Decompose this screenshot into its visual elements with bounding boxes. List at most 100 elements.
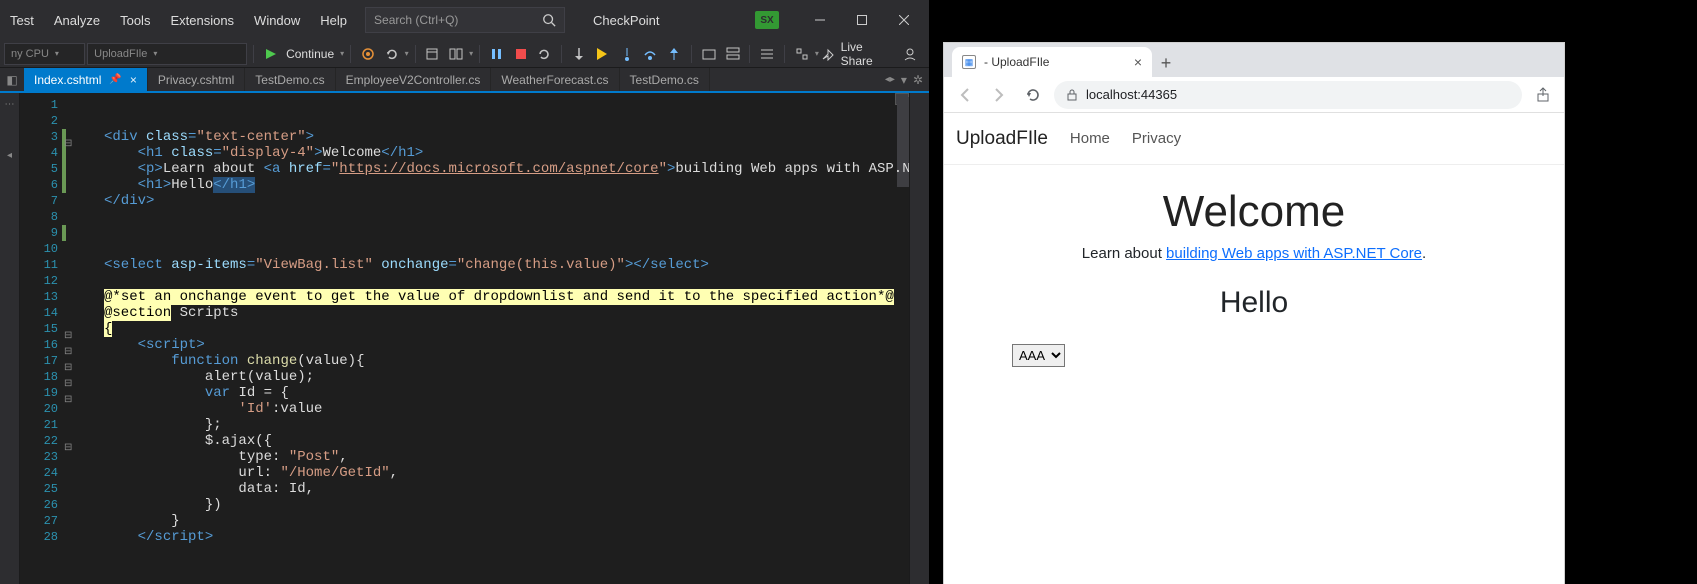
restart-debug-icon[interactable] [534, 43, 556, 65]
code-line[interactable]: 19⊟ var Id = { [20, 385, 909, 401]
continue-button[interactable] [260, 43, 282, 65]
code-line[interactable]: 16⊟ <script> [20, 337, 909, 353]
hot-reload-icon[interactable] [357, 43, 379, 65]
maximize-button[interactable] [841, 5, 883, 35]
side-toolbox-collapsed[interactable]: ⋯ ◂ [0, 93, 20, 584]
minimize-button[interactable] [799, 5, 841, 35]
visual-studio-window: Test Analyze Tools Extensions Window Hel… [0, 0, 929, 584]
tab-testdemo-cs-1[interactable]: TestDemo.cs [245, 68, 335, 91]
code-line[interactable]: 3⊟<div class="text-center"> [20, 129, 909, 145]
search-box[interactable]: Search (Ctrl+Q) [365, 7, 565, 33]
step-out-icon[interactable] [663, 43, 685, 65]
menu-extensions[interactable]: Extensions [160, 0, 244, 40]
chevron-down-icon[interactable]: ▾ [469, 49, 473, 58]
search-icon [542, 13, 556, 27]
browser-link-icon[interactable] [422, 43, 444, 65]
code-line[interactable]: 18⊟ alert(value); [20, 369, 909, 385]
menu-help[interactable]: Help [310, 0, 357, 40]
share-button[interactable] [1530, 82, 1556, 108]
layout-icon[interactable] [445, 43, 467, 65]
code-line[interactable]: 8 [20, 209, 909, 225]
show-next-statement-icon[interactable] [592, 43, 614, 65]
vs-menubar: Test Analyze Tools Extensions Window Hel… [0, 0, 929, 40]
code-line[interactable]: 27 } [20, 513, 909, 529]
pause-icon[interactable] [486, 43, 508, 65]
code-line[interactable]: 4 <h1 class="display-4">Welcome</h1> [20, 145, 909, 161]
config-dropdown[interactable]: ny CPU▾ [4, 43, 85, 65]
forward-button[interactable] [986, 82, 1012, 108]
chevron-down-icon[interactable]: ▾ [340, 49, 344, 58]
tab-weatherforecast-cs[interactable]: WeatherForecast.cs [491, 68, 619, 91]
gear-icon[interactable]: ✲ [913, 73, 923, 87]
chevron-down-icon: ▾ [55, 49, 59, 58]
browser-tab[interactable]: ▦ - UploadFIle × [952, 47, 1152, 77]
restart-icon[interactable] [381, 43, 403, 65]
code-line[interactable]: 1 [20, 97, 909, 113]
browser-window: ▦ - UploadFIle × + localhost:44365 Uploa… [943, 42, 1565, 584]
toolbox-icon-3[interactable] [756, 43, 778, 65]
close-button[interactable] [883, 5, 925, 35]
brand-link[interactable]: UploadFIle [956, 128, 1048, 150]
pin-icon[interactable]: 📌 [109, 74, 121, 85]
step-down-icon[interactable] [568, 43, 590, 65]
code-line[interactable]: 14@section Scripts [20, 305, 909, 321]
toolbox-icon-4[interactable] [791, 43, 813, 65]
nav-privacy[interactable]: Privacy [1132, 130, 1181, 147]
code-line[interactable]: 23 type: "Post", [20, 449, 909, 465]
code-line[interactable]: 15⊟{ [20, 321, 909, 337]
code-line[interactable]: 11<select asp-items="ViewBag.list" oncha… [20, 257, 909, 273]
code-line[interactable]: 20 'Id':value [20, 401, 909, 417]
code-line[interactable]: 7</div> [20, 193, 909, 209]
chevron-down-icon[interactable]: ▾ [815, 49, 819, 58]
tab-employeev2controller-cs[interactable]: EmployeeV2Controller.cs [336, 68, 492, 91]
live-share-button[interactable]: Live Share [821, 40, 925, 68]
code-line[interactable]: 22⊟ $.ajax({ [20, 433, 909, 449]
toolbox-icon-2[interactable] [722, 43, 744, 65]
sx-badge[interactable]: SX [755, 11, 779, 29]
menu-window[interactable]: Window [244, 0, 310, 40]
chevron-down-icon[interactable]: ▾ [405, 49, 409, 58]
address-bar[interactable]: localhost:44365 [1054, 81, 1522, 109]
toolbox-icon-1[interactable] [698, 43, 720, 65]
tab-testdemo-cs-2[interactable]: TestDemo.cs [620, 68, 710, 91]
menu-test[interactable]: Test [0, 0, 44, 40]
code-line[interactable]: 10 [20, 241, 909, 257]
code-line[interactable]: 12 [20, 273, 909, 289]
close-icon[interactable]: × [130, 73, 137, 87]
code-editor[interactable]: 123⊟<div class="text-center">4 <h1 class… [20, 93, 909, 584]
startup-project-dropdown[interactable]: UploadFIle▾ [87, 43, 247, 65]
nav-home[interactable]: Home [1070, 130, 1110, 147]
code-line[interactable]: 5 <p>Learn about <a href="https://docs.m… [20, 161, 909, 177]
code-line[interactable]: 25 data: Id, [20, 481, 909, 497]
new-tab-button[interactable]: + [1152, 49, 1180, 77]
browser-toolbar: localhost:44365 [944, 77, 1564, 113]
tab-overflow-icon[interactable]: ◂▸ [885, 74, 895, 85]
site-navbar: UploadFIle Home Privacy [944, 113, 1564, 165]
code-line[interactable]: 9 [20, 225, 909, 241]
tab-privacy-cshtml[interactable]: Privacy.cshtml [148, 68, 245, 91]
tab-index-cshtml[interactable]: Index.cshtml 📌 × [24, 68, 148, 91]
code-line[interactable]: 2 [20, 113, 909, 129]
code-line[interactable]: 6 <h1>Hello</h1> [20, 177, 909, 193]
reload-button[interactable] [1020, 82, 1046, 108]
dropdown-select[interactable]: AAA [1012, 344, 1065, 367]
code-line[interactable]: 28 </script> [20, 529, 909, 545]
step-into-icon[interactable] [616, 43, 638, 65]
stop-icon[interactable] [510, 43, 532, 65]
chevron-down-icon: ▾ [153, 49, 157, 58]
code-line[interactable]: 21 }; [20, 417, 909, 433]
code-line[interactable]: 13@*set an onchange event to get the val… [20, 289, 909, 305]
close-icon[interactable]: × [1134, 54, 1142, 70]
code-line[interactable]: 26 }) [20, 497, 909, 513]
code-line[interactable]: 17⊟ function change(value){ [20, 353, 909, 369]
tab-menu-icon[interactable]: ▾ [901, 73, 907, 87]
step-over-icon[interactable] [639, 43, 661, 65]
tab-thumb-icon[interactable]: ◧ [0, 68, 24, 91]
back-button[interactable] [952, 82, 978, 108]
menu-tools[interactable]: Tools [110, 0, 160, 40]
scrollbar-map[interactable] [909, 93, 929, 584]
vs-toolbar: ny CPU▾ UploadFIle▾ Continue ▾ ▾ ▾ [0, 40, 929, 68]
menu-analyze[interactable]: Analyze [44, 0, 110, 40]
learn-link[interactable]: building Web apps with ASP.NET Core [1166, 245, 1422, 262]
code-line[interactable]: 24 url: "/Home/GetId", [20, 465, 909, 481]
